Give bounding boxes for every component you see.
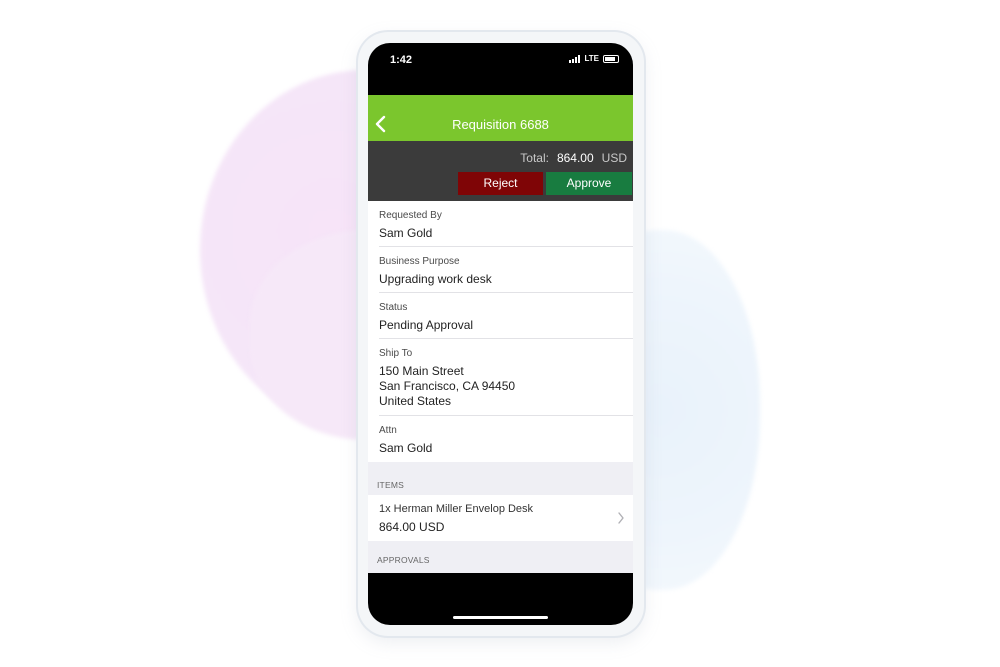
field-label: Status	[379, 302, 408, 313]
field-value: Sam Gold	[379, 226, 433, 240]
status-time: 1:42	[390, 54, 413, 66]
section-header-items: ITEMS	[377, 480, 404, 490]
battery-icon	[603, 54, 619, 63]
phone-screen: 1:42 LTE Requisition 6688 Total: 864.00 …	[368, 43, 633, 625]
field-value: 150 Main Street San Francisco, CA 94450 …	[379, 364, 516, 408]
field-status: Status Pending Approval	[368, 293, 633, 339]
field-value: Pending Approval	[379, 318, 474, 332]
total-value: 864.00	[556, 151, 594, 165]
field-label: Requested By	[379, 210, 442, 221]
field-ship-to: Ship To 150 Main Street San Francisco, C…	[368, 339, 633, 416]
home-indicator	[453, 616, 548, 619]
total-label: Total:	[520, 151, 549, 165]
total-currency: USD	[601, 151, 627, 165]
section-header-approvals: APPROVALS	[377, 555, 430, 565]
item-price: 864.00 USD	[379, 520, 445, 534]
field-label: Ship To	[379, 348, 413, 359]
status-bar: 1:42 LTE	[368, 43, 633, 95]
field-value: Sam Gold	[379, 441, 433, 455]
item-name: 1x Herman Miller Envelop Desk	[379, 503, 534, 515]
field-label: Attn	[379, 425, 397, 436]
item-row[interactable]: 1x Herman Miller Envelop Desk 864.00 USD	[368, 495, 633, 541]
total-summary: Total: 864.00 USD	[520, 151, 627, 165]
field-attn: Attn Sam Gold	[368, 416, 633, 462]
field-requested-by: Requested By Sam Gold	[368, 201, 633, 247]
approve-button[interactable]: Approve	[546, 172, 632, 195]
field-business-purpose: Business Purpose Upgrading work desk	[368, 247, 633, 293]
network-label: LTE	[584, 54, 599, 63]
status-indicators: LTE	[569, 54, 619, 63]
reject-button[interactable]: Reject	[458, 172, 543, 195]
details-content[interactable]: Requested By Sam Gold Business Purpose U…	[368, 201, 633, 573]
signal-icon	[569, 54, 581, 63]
chevron-right-icon	[618, 512, 624, 524]
field-label: Business Purpose	[379, 256, 460, 267]
page-title: Requisition 6688	[452, 117, 549, 132]
field-value: Upgrading work desk	[379, 272, 492, 286]
